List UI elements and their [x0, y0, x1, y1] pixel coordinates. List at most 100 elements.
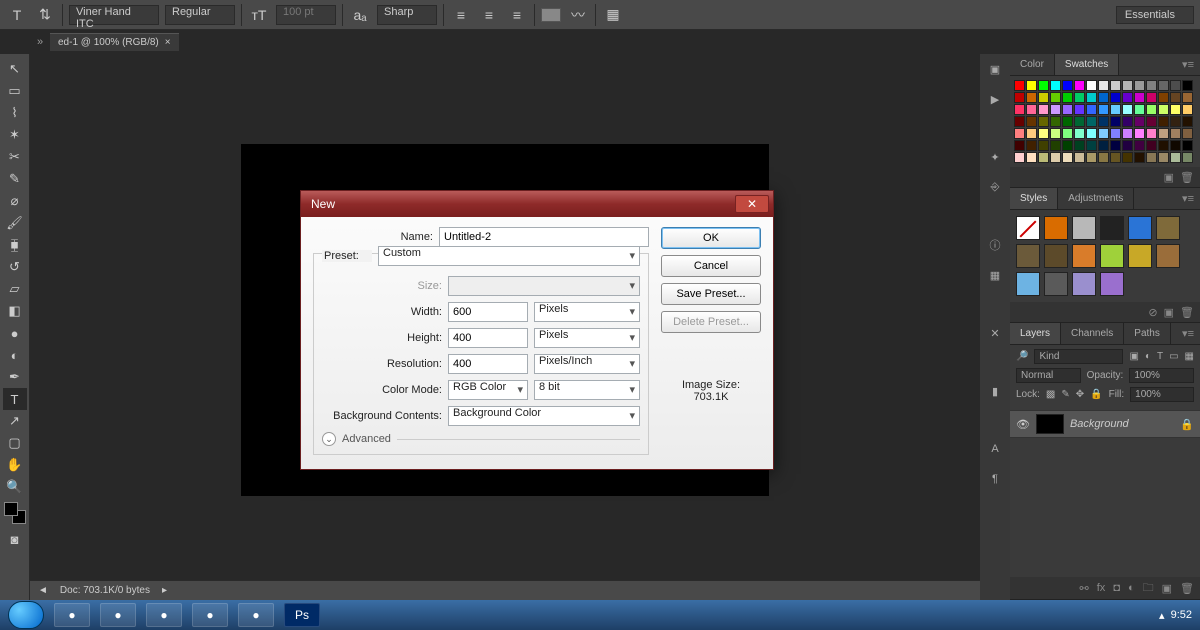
resolution-unit-select[interactable]: Pixels/Inch	[534, 354, 640, 374]
swatch[interactable]	[1050, 128, 1061, 139]
warp-text-icon[interactable]: 〰	[567, 4, 589, 26]
color-depth-select[interactable]: 8 bit	[534, 380, 640, 400]
document-tab[interactable]: ed-1 @ 100% (RGB/8) ×	[50, 33, 179, 51]
swatch[interactable]	[1110, 116, 1121, 127]
swatch[interactable]	[1098, 92, 1109, 103]
stamp-tool-icon[interactable]: ⧯	[3, 234, 27, 256]
swatch[interactable]	[1098, 140, 1109, 151]
swatch[interactable]	[1170, 104, 1181, 115]
swatch[interactable]	[1086, 128, 1097, 139]
swatch[interactable]	[1122, 116, 1133, 127]
font-family-select[interactable]: Viner Hand ITC	[69, 5, 159, 25]
layer-fx-icon[interactable]: fx	[1097, 582, 1106, 594]
history-brush-tool-icon[interactable]: ↺	[3, 256, 27, 278]
foreground-color-swatch[interactable]	[4, 502, 18, 516]
name-input[interactable]	[439, 227, 649, 247]
swatch[interactable]	[1038, 92, 1049, 103]
style-preset[interactable]	[1072, 244, 1096, 268]
taskbar-app-icon[interactable]: ●	[54, 603, 90, 627]
advanced-toggle[interactable]: ⌄	[322, 432, 336, 446]
swatch[interactable]	[1110, 128, 1121, 139]
text-color-swatch[interactable]	[541, 8, 561, 22]
ok-button[interactable]: OK	[661, 227, 761, 249]
swatch[interactable]	[1062, 92, 1073, 103]
lock-all-icon[interactable]: 🔒	[1090, 389, 1102, 400]
new-swatch-icon[interactable]: ▣	[1164, 171, 1174, 184]
tab-adjustments[interactable]: Adjustments	[1058, 188, 1134, 209]
status-scroll-icon[interactable]: ◄	[38, 585, 48, 596]
histogram-panel-icon[interactable]: ⎆	[984, 176, 1006, 198]
swatch[interactable]	[1074, 80, 1085, 91]
tab-paths[interactable]: Paths	[1124, 323, 1171, 344]
swatch[interactable]	[1038, 80, 1049, 91]
tab-expand-icon[interactable]: »	[30, 36, 50, 48]
style-preset[interactable]	[1100, 216, 1124, 240]
hand-tool-icon[interactable]: ✋	[3, 454, 27, 476]
swatch[interactable]	[1110, 92, 1121, 103]
swatch[interactable]	[1182, 140, 1193, 151]
swatch[interactable]	[1146, 152, 1157, 163]
swatch[interactable]	[1098, 104, 1109, 115]
swatch[interactable]	[1050, 116, 1061, 127]
swatch[interactable]	[1158, 80, 1169, 91]
swatch[interactable]	[1170, 152, 1181, 163]
swatch[interactable]	[1050, 104, 1061, 115]
paragraph-panel-icon[interactable]: ¶	[984, 468, 1006, 490]
marquee-tool-icon[interactable]: ▭	[3, 80, 27, 102]
panel-menu-icon[interactable]: ▾≡	[1176, 192, 1200, 205]
zoom-tool-icon[interactable]: 🔍	[3, 476, 27, 498]
swatch[interactable]	[1074, 116, 1085, 127]
swatch[interactable]	[1026, 116, 1037, 127]
info-panel-icon[interactable]: ⓘ	[984, 234, 1006, 256]
filter-smart-icon[interactable]: ▦	[1185, 351, 1194, 362]
layer-filter-kind[interactable]: Kind	[1034, 349, 1123, 364]
swatch[interactable]	[1026, 92, 1037, 103]
swatch[interactable]	[1134, 140, 1145, 151]
healing-tool-icon[interactable]: ⌀	[3, 190, 27, 212]
swatch[interactable]	[1098, 116, 1109, 127]
delete-style-icon[interactable]: 🗑	[1180, 306, 1194, 319]
swatch[interactable]	[1086, 92, 1097, 103]
character-panel-icon[interactable]: A	[984, 438, 1006, 460]
cancel-button[interactable]: Cancel	[661, 255, 761, 277]
swatch[interactable]	[1086, 116, 1097, 127]
eyedropper-tool-icon[interactable]: ✎	[3, 168, 27, 190]
history-panel-icon[interactable]: ▣	[984, 58, 1006, 80]
swatch[interactable]	[1182, 116, 1193, 127]
swatch[interactable]	[1122, 92, 1133, 103]
swatch[interactable]	[1050, 92, 1061, 103]
swatch[interactable]	[1026, 80, 1037, 91]
swatch[interactable]	[1050, 152, 1061, 163]
layer-row[interactable]: 👁 Background 🔒	[1010, 410, 1200, 438]
swatch[interactable]	[1158, 92, 1169, 103]
swatch[interactable]	[1074, 104, 1085, 115]
swatch[interactable]	[1122, 152, 1133, 163]
filter-shape-icon[interactable]: ▭	[1169, 351, 1178, 362]
swatch[interactable]	[1134, 128, 1145, 139]
tab-channels[interactable]: Channels	[1061, 323, 1124, 344]
group-icon[interactable]: 🗀	[1143, 579, 1154, 598]
swatch[interactable]	[1158, 104, 1169, 115]
swatch[interactable]	[1086, 152, 1097, 163]
tool-presets-panel-icon[interactable]: ▮	[984, 380, 1006, 402]
panel-menu-icon[interactable]: ▾≡	[1176, 58, 1200, 71]
tab-color[interactable]: Color	[1010, 54, 1055, 75]
swatch[interactable]	[1038, 140, 1049, 151]
shape-tool-icon[interactable]: ▢	[3, 432, 27, 454]
swatch[interactable]	[1146, 104, 1157, 115]
swatch[interactable]	[1146, 116, 1157, 127]
swatch[interactable]	[1134, 152, 1145, 163]
swatch[interactable]	[1122, 104, 1133, 115]
swatch[interactable]	[1038, 152, 1049, 163]
swatch[interactable]	[1050, 140, 1061, 151]
color-swatch-tool[interactable]	[4, 502, 26, 524]
antialias-select[interactable]: Sharp	[377, 5, 437, 25]
swatch[interactable]	[1086, 140, 1097, 151]
swatch[interactable]	[1158, 152, 1169, 163]
swatch[interactable]	[1146, 92, 1157, 103]
swatch[interactable]	[1062, 116, 1073, 127]
style-preset[interactable]	[1128, 216, 1152, 240]
tray-expand-icon[interactable]: ▴	[1159, 609, 1165, 622]
style-preset[interactable]	[1156, 244, 1180, 268]
swatch[interactable]	[1110, 80, 1121, 91]
